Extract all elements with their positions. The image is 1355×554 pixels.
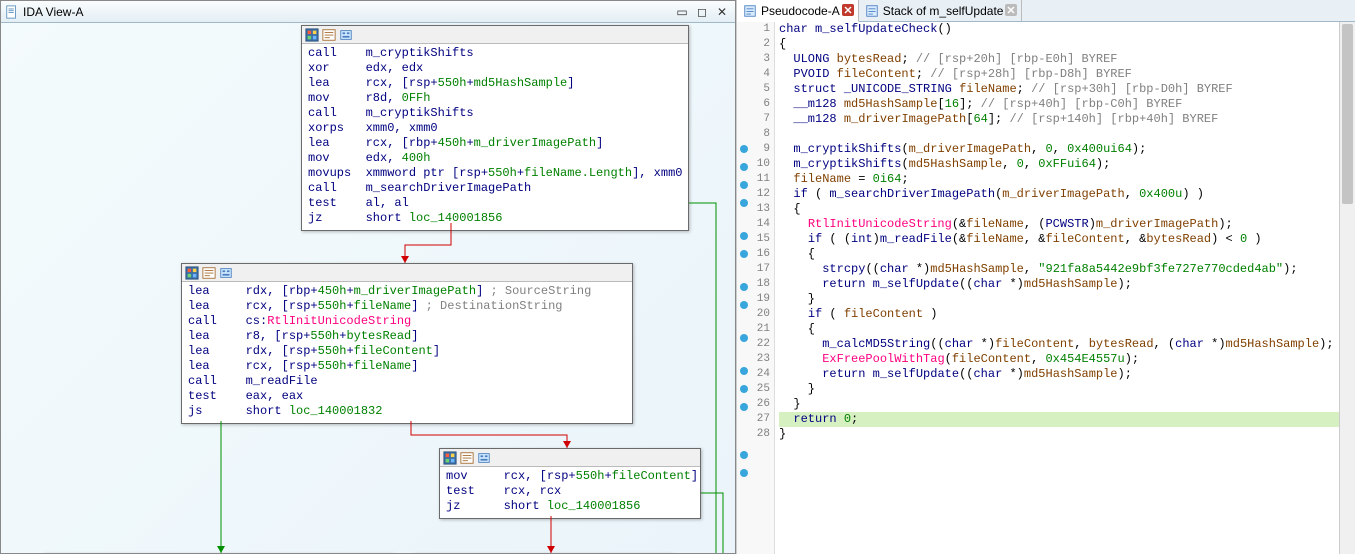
ida-view-pane: IDA View-A ▭ ◻ ✕ call m_cryptikShiftsxor…: [0, 0, 736, 554]
code-line[interactable]: __m128 md5HashSample[16]; // [rsp+40h] […: [779, 97, 1355, 112]
breakpoint-dot[interactable]: [740, 145, 748, 153]
breakpoint-dot[interactable]: [740, 451, 748, 459]
code-line[interactable]: struct _UNICODE_STRING fileName; // [rsp…: [779, 82, 1355, 97]
maximize-button[interactable]: ◻: [693, 4, 711, 20]
breakpoint-dot[interactable]: [740, 469, 748, 477]
code-line[interactable]: ExFreePoolWithTag(fileContent, 0x454E455…: [779, 352, 1355, 367]
breakpoint-dot[interactable]: [740, 301, 748, 309]
code-line[interactable]: {: [779, 37, 1355, 52]
file-icon: [5, 5, 19, 19]
code-line[interactable]: return 0;: [779, 412, 1355, 427]
scrollbar-thumb[interactable]: [1342, 24, 1353, 204]
code-line[interactable]: [779, 127, 1355, 142]
code-line[interactable]: }: [779, 292, 1355, 307]
tab-icon: [865, 4, 879, 18]
code-line[interactable]: if ( (int)m_readFile(&fileName, &fileCon…: [779, 232, 1355, 247]
decompiler-pane: Pseudocode-A Stack of m_selfUpdate 123456…: [736, 0, 1355, 554]
code-line[interactable]: {: [779, 322, 1355, 337]
breakpoint-dot[interactable]: [740, 367, 748, 375]
breakpoint-dot[interactable]: [740, 163, 748, 171]
breakpoint-dot[interactable]: [740, 334, 748, 342]
breakpoint-dot[interactable]: [740, 283, 748, 291]
code-line[interactable]: }: [779, 382, 1355, 397]
breakpoint-dot[interactable]: [740, 199, 748, 207]
code-line[interactable]: __m128 m_driverImagePath[64]; // [rsp+14…: [779, 112, 1355, 127]
graph-edge: [1, 23, 735, 553]
tab-label: Pseudocode-A: [761, 4, 840, 18]
restore-button[interactable]: ▭: [673, 4, 691, 20]
tabs-row: Pseudocode-A Stack of m_selfUpdate: [737, 0, 1355, 22]
code-line[interactable]: {: [779, 247, 1355, 262]
graph-canvas[interactable]: call m_cryptikShiftsxor edx, edxlea rcx,…: [1, 23, 735, 553]
breakpoint-dot[interactable]: [740, 232, 748, 240]
code-line[interactable]: m_cryptikShifts(m_driverImagePath, 0, 0x…: [779, 142, 1355, 157]
code-line[interactable]: m_cryptikShifts(md5HashSample, 0, 0xFFui…: [779, 157, 1355, 172]
code-line[interactable]: strcpy((char *)md5HashSample, "921fa8a54…: [779, 262, 1355, 277]
ida-view-titlebar[interactable]: IDA View-A ▭ ◻ ✕: [1, 1, 735, 23]
tab-label: Stack of m_selfUpdate: [883, 4, 1004, 18]
code-line[interactable]: fileName = 0i64;: [779, 172, 1355, 187]
close-icon[interactable]: [1004, 3, 1018, 17]
code-line[interactable]: {: [779, 202, 1355, 217]
line-gutter: 1234567891011121314151617181920212223242…: [737, 22, 775, 554]
code-line[interactable]: if ( m_searchDriverImagePath(m_driverIma…: [779, 187, 1355, 202]
code-area[interactable]: 1234567891011121314151617181920212223242…: [737, 22, 1355, 554]
breakpoint-dot[interactable]: [740, 403, 748, 411]
code-line[interactable]: return m_selfUpdate((char *)md5HashSampl…: [779, 277, 1355, 292]
ida-view-title: IDA View-A: [23, 5, 83, 19]
code-lines[interactable]: char m_selfUpdateCheck(){ ULONG bytesRea…: [775, 22, 1355, 554]
breakpoint-dot[interactable]: [740, 181, 748, 189]
code-line[interactable]: char m_selfUpdateCheck(): [779, 22, 1355, 37]
code-line[interactable]: return m_selfUpdate((char *)md5HashSampl…: [779, 367, 1355, 382]
code-line[interactable]: }: [779, 427, 1355, 442]
breakpoint-dot[interactable]: [740, 385, 748, 393]
scrollbar-vertical[interactable]: [1339, 22, 1355, 554]
code-line[interactable]: PVOID fileContent; // [rsp+28h] [rbp-D8h…: [779, 67, 1355, 82]
code-line[interactable]: ULONG bytesRead; // [rsp+20h] [rbp-E0h] …: [779, 52, 1355, 67]
tab-icon: [743, 4, 757, 18]
code-line[interactable]: RtlInitUnicodeString(&fileName, (PCWSTR)…: [779, 217, 1355, 232]
tab[interactable]: Pseudocode-A: [737, 0, 859, 22]
close-icon[interactable]: [841, 3, 855, 17]
code-line[interactable]: if ( fileContent ): [779, 307, 1355, 322]
tab[interactable]: Stack of m_selfUpdate: [859, 0, 1023, 21]
code-line[interactable]: m_calcMD5String((char *)fileContent, byt…: [779, 337, 1355, 352]
breakpoint-dot[interactable]: [740, 250, 748, 258]
close-button[interactable]: ✕: [713, 4, 731, 20]
code-line[interactable]: }: [779, 397, 1355, 412]
